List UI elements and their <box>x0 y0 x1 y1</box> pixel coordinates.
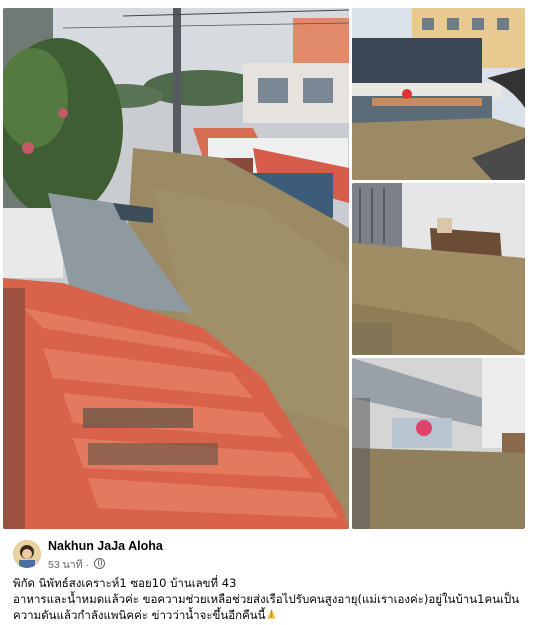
flooded-room-photo <box>352 183 525 355</box>
meta-separator: · <box>85 559 90 571</box>
avatar[interactable] <box>13 540 41 568</box>
author-name[interactable]: Nakhun JaJa Aloha <box>48 539 163 553</box>
photo-grid <box>3 8 525 529</box>
photo-2[interactable] <box>352 8 525 180</box>
flooded-interior-photo <box>352 358 525 529</box>
post-text-line: พิกัด นิพัทธ์สงเคราะห์1 ซอย10 บ้านเลขที่… <box>13 576 237 590</box>
post-text-line: อาหารและน้ำหมดแล้วค่ะ ขอความช่วยเหลือช่ว… <box>13 592 520 606</box>
post-header: Nakhun JaJa Aloha 53 นาที · <box>13 539 513 573</box>
photo-4[interactable] <box>352 358 525 529</box>
photo-main[interactable] <box>3 8 349 529</box>
post-body: พิกัด นิพัทธ์สงเคราะห์1 ซอย10 บ้านเลขที่… <box>13 575 523 623</box>
post-text-line-last: ความดันแล้วกำลังแพนิคค่ะ ข่าวว่าน้ำจะขึ้… <box>13 607 523 623</box>
profile-photo-icon <box>13 540 41 568</box>
post-meta: 53 นาที · <box>48 556 105 573</box>
facebook-post-card: Nakhun JaJa Aloha 53 นาที · พิกัด นิพัทธ… <box>0 0 533 625</box>
flooded-street-rooftop-photo <box>3 8 349 529</box>
globe-icon[interactable] <box>93 558 105 569</box>
folded-hands-icon <box>267 609 276 619</box>
photo-3[interactable] <box>352 183 525 355</box>
flooded-shophouses-photo <box>352 8 525 180</box>
post-text-line: ความดันแล้วกำลังแพนิคค่ะ ข่าวว่าน้ำจะขึ้… <box>13 608 266 622</box>
post-timestamp[interactable]: 53 นาที <box>48 559 83 571</box>
